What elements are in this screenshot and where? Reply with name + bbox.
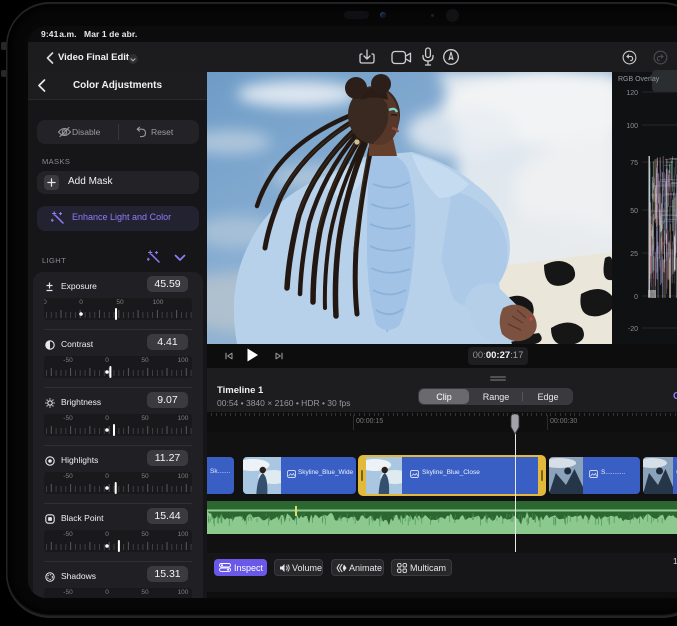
svg-text:-20: -20	[628, 326, 638, 333]
svg-text:75: 75	[630, 160, 638, 167]
svg-text:100: 100	[626, 123, 638, 130]
svg-text:50: 50	[630, 208, 638, 215]
svg-text:0: 0	[634, 294, 638, 301]
svg-text:120: 120	[626, 90, 638, 97]
svg-text:25: 25	[630, 251, 638, 258]
